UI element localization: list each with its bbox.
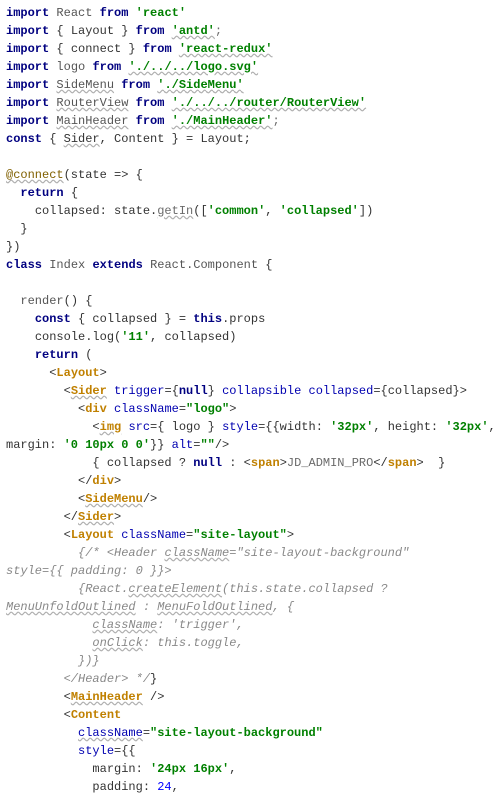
admin-title: JD_ADMIN_PRO <box>287 456 373 470</box>
code-editor-view: import React from 'react' import { Layou… <box>0 0 500 800</box>
content-margin: '24px 16px' <box>150 762 229 776</box>
content-padding: 24 <box>157 780 171 794</box>
